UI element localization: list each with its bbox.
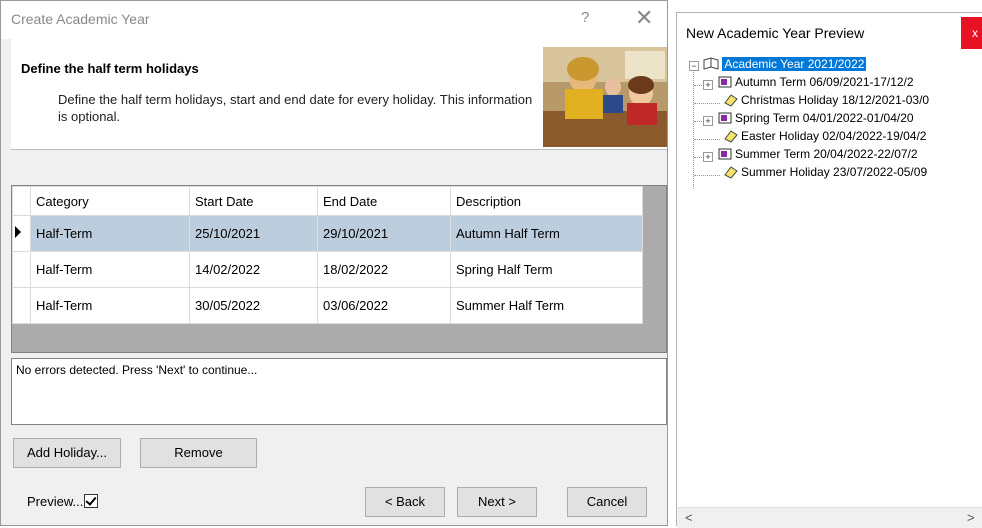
- tree-item-label: Autumn Term 06/09/2021-17/12/2: [735, 75, 914, 89]
- wizard-header: Define the half term holidays Define the…: [11, 39, 667, 150]
- cell-end-date[interactable]: 18/02/2022: [317, 251, 451, 288]
- preview-panel-title: New Academic Year Preview: [686, 25, 865, 41]
- holiday-icon: [723, 165, 741, 184]
- tree-item-term[interactable]: Summer Term 20/04/2022-22/07/2: [717, 145, 918, 163]
- help-icon[interactable]: ?: [581, 9, 589, 26]
- tree-item-label: Summer Term 20/04/2022-22/07/2: [735, 147, 918, 161]
- table-row[interactable]: Half-Term 30/05/2022 03/06/2022 Summer H…: [12, 287, 643, 324]
- tree-item-holiday[interactable]: Easter Holiday 02/04/2022-19/04/2: [723, 127, 926, 145]
- tree-item-label: Summer Holiday 23/07/2022-05/09: [741, 165, 928, 179]
- cell-end-date[interactable]: 29/10/2021: [317, 215, 451, 252]
- holidays-table: Category Start Date End Date Description…: [12, 186, 643, 324]
- tree-connector-line: [693, 69, 694, 189]
- checkbox-checked-icon[interactable]: [84, 494, 99, 508]
- tree-item-label: Spring Term 04/01/2022-01/04/20: [735, 111, 914, 125]
- column-header-start-date[interactable]: Start Date: [189, 186, 318, 216]
- academic-year-tree[interactable]: − Academic Year 2021/2022 + Autumn Term …: [683, 55, 982, 515]
- column-header-category[interactable]: Category: [30, 186, 190, 216]
- close-icon[interactable]: ✕: [635, 5, 653, 31]
- expand-icon[interactable]: +: [703, 80, 713, 90]
- page-title: Define the half term holidays: [21, 61, 199, 76]
- validation-message: No errors detected. Press 'Next' to cont…: [16, 363, 258, 377]
- remove-button[interactable]: Remove: [140, 438, 257, 468]
- cell-category[interactable]: Half-Term: [30, 251, 190, 288]
- cancel-button[interactable]: Cancel: [567, 487, 647, 517]
- holidays-grid[interactable]: Category Start Date End Date Description…: [11, 185, 667, 353]
- table-row[interactable]: Half-Term 25/10/2021 29/10/2021 Autumn H…: [12, 215, 643, 252]
- cell-start-date[interactable]: 30/05/2022: [189, 287, 318, 324]
- cell-description[interactable]: Summer Half Term: [450, 287, 643, 324]
- scroll-left-icon[interactable]: <: [685, 510, 693, 525]
- validation-message-box: No errors detected. Press 'Next' to cont…: [11, 358, 667, 425]
- row-selector[interactable]: [12, 287, 31, 324]
- collapse-root-icon[interactable]: −: [689, 61, 699, 71]
- horizontal-scrollbar[interactable]: < >: [677, 507, 982, 528]
- back-button[interactable]: < Back: [365, 487, 445, 517]
- cell-description[interactable]: Spring Half Term: [450, 251, 643, 288]
- preview-label: Preview...: [27, 494, 84, 509]
- tree-item-term[interactable]: Autumn Term 06/09/2021-17/12/2: [717, 73, 914, 91]
- cell-category[interactable]: Half-Term: [30, 215, 190, 252]
- row-selector[interactable]: [12, 251, 31, 288]
- tree-connector-line: [694, 103, 720, 104]
- tree-item-holiday[interactable]: Summer Holiday 23/07/2022-05/09: [723, 163, 927, 181]
- table-row[interactable]: Half-Term 14/02/2022 18/02/2022 Spring H…: [12, 251, 643, 288]
- page-description: Define the half term holidays, start and…: [58, 92, 533, 124]
- row-header-corner: [12, 186, 31, 216]
- tree-root-node[interactable]: Academic Year 2021/2022: [703, 55, 867, 73]
- preview-checkbox[interactable]: Preview...: [27, 494, 99, 509]
- tree-item-term[interactable]: Spring Term 04/01/2022-01/04/20: [717, 109, 914, 127]
- current-row-arrow-icon: [15, 226, 21, 238]
- tree-item-label: Easter Holiday 02/04/2022-19/04/2: [741, 129, 927, 143]
- add-holiday-button[interactable]: Add Holiday...: [13, 438, 121, 468]
- close-icon[interactable]: x: [961, 17, 982, 49]
- tree-connector-line: [694, 139, 720, 140]
- expand-icon[interactable]: +: [703, 116, 713, 126]
- cell-start-date[interactable]: 14/02/2022: [189, 251, 318, 288]
- tree-item-label: Christmas Holiday 18/12/2021-03/0: [741, 93, 930, 107]
- tree-root-label[interactable]: Academic Year 2021/2022: [722, 57, 867, 71]
- dialog-title: Create Academic Year: [11, 11, 150, 27]
- column-header-end-date[interactable]: End Date: [317, 186, 451, 216]
- scroll-right-icon[interactable]: >: [967, 510, 975, 525]
- tree-item-holiday[interactable]: Christmas Holiday 18/12/2021-03/0: [723, 91, 929, 109]
- preview-panel: New Academic Year Preview x − Academic Y…: [676, 12, 982, 528]
- expand-icon[interactable]: +: [703, 152, 713, 162]
- cell-end-date[interactable]: 03/06/2022: [317, 287, 451, 324]
- table-header-row: Category Start Date End Date Description: [12, 186, 643, 216]
- cell-start-date[interactable]: 25/10/2021: [189, 215, 318, 252]
- row-selector[interactable]: [12, 215, 31, 252]
- create-academic-year-dialog: Create Academic Year ? ✕ Define the half…: [0, 0, 668, 526]
- column-header-description[interactable]: Description: [450, 186, 643, 216]
- classroom-photo: [543, 47, 667, 147]
- cell-description[interactable]: Autumn Half Term: [450, 215, 643, 252]
- tree-connector-line: [694, 175, 720, 176]
- next-button[interactable]: Next >: [457, 487, 537, 517]
- dialog-titlebar: Create Academic Year ? ✕: [1, 1, 667, 39]
- cell-category[interactable]: Half-Term: [30, 287, 190, 324]
